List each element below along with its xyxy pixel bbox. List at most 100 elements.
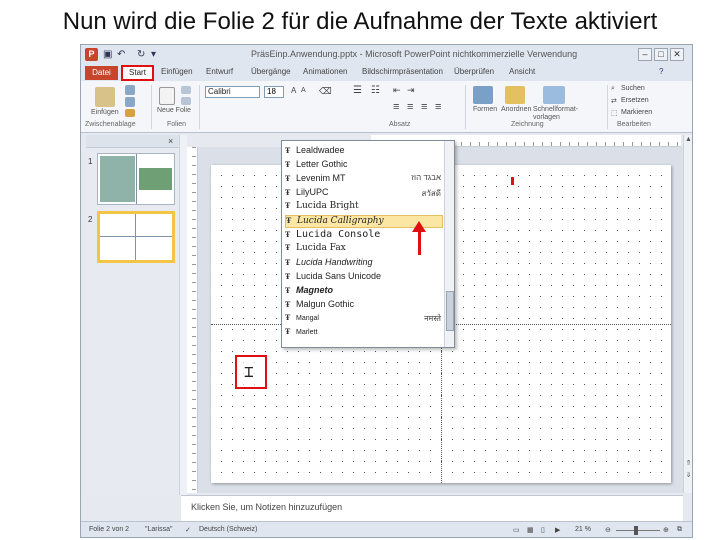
slide-thumbnail-1[interactable] <box>97 153 175 205</box>
font-option[interactable]: Ŧ Marlett <box>285 327 443 340</box>
quick-styles-icon[interactable] <box>543 86 565 104</box>
close-panel-icon[interactable]: × <box>168 136 173 146</box>
replace-button[interactable]: Ersetzen <box>621 97 649 104</box>
quick-styles-button-label[interactable]: Schnellformat-vorlagen <box>533 106 583 122</box>
notes-placeholder: Klicken Sie, um Notizen hinzuzufügen <box>191 502 343 512</box>
paste-icon[interactable] <box>95 87 115 107</box>
font-option[interactable]: Ŧ Malgun Gothic <box>285 299 443 312</box>
redo-icon[interactable]: ↻ <box>137 49 145 60</box>
zoom-slider[interactable] <box>616 530 660 531</box>
language-indicator[interactable]: Deutsch (Schweiz) <box>199 526 257 533</box>
annotation-arrow-head <box>412 221 426 232</box>
font-option-name: Lucida Console <box>296 229 381 240</box>
tab-datei[interactable]: Datei <box>85 66 118 80</box>
tab-bildschirmpraesentation[interactable]: Bildschirmpräsentation <box>362 67 443 76</box>
notes-pane[interactable]: Klicken Sie, um Notizen hinzuzufügen <box>181 495 683 521</box>
select-button[interactable]: Markieren <box>621 109 652 116</box>
grow-font-icon[interactable]: A <box>291 86 296 95</box>
slide-number: 1 <box>88 157 93 166</box>
truetype-icon: Ŧ <box>285 286 291 295</box>
font-dropdown-list[interactable]: Ŧ Lealdwadee Ŧ Letter Gothic Ŧ Levenim MT אב… <box>281 140 455 348</box>
increase-indent-icon[interactable]: ⇥ <box>407 85 415 96</box>
spellcheck-icon[interactable]: ✓ <box>185 526 191 534</box>
font-option[interactable]: Ŧ Lucida Sans Unicode <box>285 271 443 284</box>
help-icon[interactable]: ? <box>659 67 663 76</box>
theme-name: "Larissa" <box>145 526 173 533</box>
slide-thumbnail-2[interactable] <box>97 211 175 263</box>
truetype-icon: Ŧ <box>285 258 291 267</box>
zoom-out-icon[interactable]: ⊖ <box>605 526 611 534</box>
find-icon[interactable]: ⌕ <box>611 85 615 93</box>
shapes-icon[interactable] <box>473 86 493 104</box>
font-option-name: Magneto <box>296 285 333 295</box>
slide-caption: Nun wird die Folie 2 für die Aufnahme de… <box>62 8 658 35</box>
shapes-button-label[interactable]: Formen <box>473 106 497 113</box>
normal-view-icon[interactable]: ▭ <box>513 526 520 534</box>
arrange-button-label[interactable]: Anordnen <box>501 106 531 113</box>
tab-einfuegen[interactable]: Einfügen <box>161 67 193 76</box>
numbering-icon[interactable]: ☷ <box>371 85 380 96</box>
font-option[interactable]: Ŧ Lucida Handwriting <box>285 257 443 270</box>
fit-to-window-icon[interactable]: ⧉ <box>677 526 682 534</box>
reset-icon[interactable] <box>181 97 191 105</box>
zoom-level[interactable]: 21 % <box>575 526 591 533</box>
font-name-input[interactable]: Calibri <box>205 86 260 98</box>
shrink-font-icon[interactable]: A <box>301 87 306 94</box>
justify-icon[interactable]: ≡ <box>435 101 441 113</box>
customize-toolbar-icon[interactable]: ▾ <box>151 49 156 60</box>
next-slide-icon[interactable]: ⇓ <box>684 471 692 479</box>
format-painter-icon[interactable] <box>125 109 135 117</box>
layout-icon[interactable] <box>181 86 191 94</box>
ribbon-tabs: Datei Start Einfügen Entwurf Übergänge A… <box>81 65 692 81</box>
truetype-icon: Ŧ <box>285 146 291 155</box>
truetype-icon: Ŧ <box>285 243 291 252</box>
tab-uebergaenge[interactable]: Übergänge <box>251 67 291 76</box>
font-option[interactable]: Ŧ Levenim MT אבגד הוז <box>285 173 443 186</box>
clear-format-icon[interactable]: ⌫ <box>319 86 332 97</box>
copy-icon[interactable] <box>125 97 135 107</box>
arrange-icon[interactable] <box>505 86 525 104</box>
slides-panel-scrollbar[interactable] <box>179 135 187 495</box>
tab-start[interactable]: Start <box>121 65 154 81</box>
find-button[interactable]: Suchen <box>621 85 645 92</box>
font-option[interactable]: Ŧ Magneto <box>285 285 443 298</box>
font-option[interactable]: Ŧ Lealdwadee <box>285 145 443 158</box>
tab-animationen[interactable]: Animationen <box>303 67 347 76</box>
font-list-scrollbar[interactable] <box>444 141 454 347</box>
font-option[interactable]: Ŧ Mangal नमस्ते <box>285 313 443 326</box>
bullets-icon[interactable]: ☰ <box>353 85 362 96</box>
slideshow-icon[interactable]: ▶ <box>555 526 560 534</box>
zoom-in-icon[interactable]: ⊕ <box>663 526 669 534</box>
tab-ansicht[interactable]: Ansicht <box>509 67 535 76</box>
align-left-icon[interactable]: ≡ <box>393 101 399 113</box>
save-icon[interactable]: ▣ <box>103 49 112 60</box>
vertical-scrollbar[interactable]: ▲ ⇑ ⇓ <box>683 135 692 493</box>
tab-ueberpruefen[interactable]: Überprüfen <box>454 67 494 76</box>
reading-view-icon[interactable]: ▯ <box>541 526 545 534</box>
font-list-scroll-thumb[interactable] <box>446 291 454 331</box>
previous-slide-icon[interactable]: ⇑ <box>684 459 692 467</box>
select-icon[interactable]: ⬚ <box>611 109 618 117</box>
zoom-slider-thumb[interactable] <box>634 526 638 535</box>
minimize-button[interactable]: – <box>638 48 652 61</box>
close-button[interactable]: ✕ <box>670 48 684 61</box>
new-slide-button-label[interactable]: Neue Folie <box>157 107 191 114</box>
maximize-button[interactable]: □ <box>654 48 668 61</box>
replace-icon[interactable]: ⇄ <box>611 97 617 105</box>
powerpoint-icon[interactable]: P <box>85 48 98 61</box>
cut-icon[interactable] <box>125 85 135 95</box>
undo-icon[interactable]: ↶ <box>117 49 125 60</box>
align-right-icon[interactable]: ≡ <box>421 101 427 113</box>
font-option[interactable]: Ŧ Lucida Bright <box>285 201 443 214</box>
font-size-input[interactable]: 18 <box>264 86 284 98</box>
new-slide-icon[interactable] <box>159 87 175 105</box>
paste-button-label[interactable]: Einfügen <box>91 109 119 116</box>
font-option[interactable]: Ŧ LilyUPC สวัสดี <box>285 187 443 200</box>
font-option[interactable]: Ŧ Letter Gothic <box>285 159 443 172</box>
font-option-name: Levenim MT <box>296 173 346 183</box>
scroll-up-icon[interactable]: ▲ <box>684 136 692 143</box>
decrease-indent-icon[interactable]: ⇤ <box>393 85 401 96</box>
slide-sorter-icon[interactable]: ▦ <box>527 526 534 534</box>
tab-entwurf[interactable]: Entwurf <box>206 67 233 76</box>
align-center-icon[interactable]: ≡ <box>407 101 413 113</box>
